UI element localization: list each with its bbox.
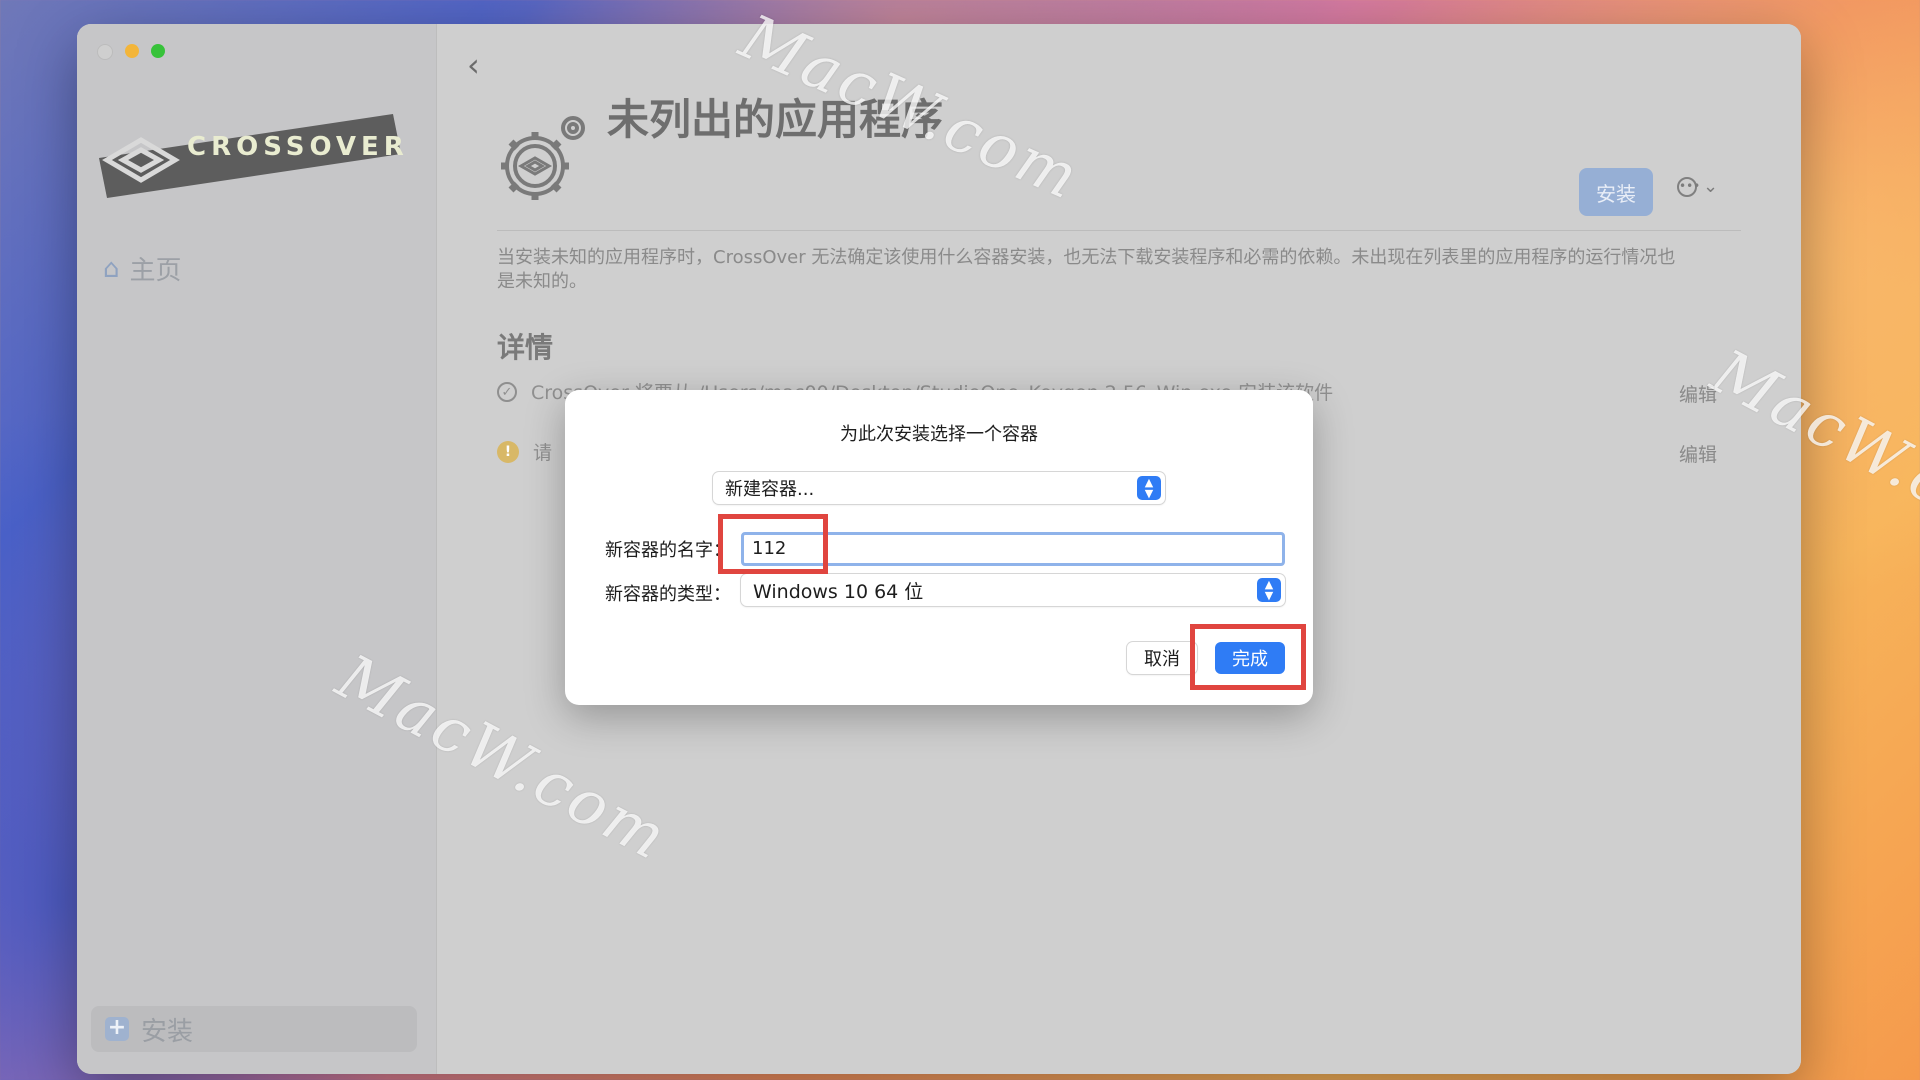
container-type-value: Windows 10 64 位 bbox=[753, 580, 924, 603]
edit-link[interactable]: 编辑 bbox=[1679, 440, 1717, 467]
highlight-box-done bbox=[1190, 624, 1306, 690]
updown-chevron-icon: ▲ ▼ bbox=[1137, 476, 1161, 500]
container-type-select[interactable]: Windows 10 64 位 ▲ ▼ bbox=[741, 574, 1285, 606]
sidebar-item-label: 主页 bbox=[129, 256, 182, 286]
chevron-down-icon: ⌄ bbox=[1703, 176, 1719, 197]
gear-app-icon bbox=[501, 116, 585, 200]
warning-icon: ! bbox=[497, 440, 519, 463]
divider bbox=[497, 230, 1741, 231]
sidebar: CROSSOVER ⌂ 主页 + 安装 bbox=[77, 24, 437, 1074]
description-text: 当安装未知的应用程序时，CrossOver 无法确定该使用什么容器安装，也无法下… bbox=[497, 247, 1676, 292]
back-chevron-icon[interactable]: ‹ bbox=[467, 46, 480, 84]
details-heading: 详情 bbox=[497, 331, 554, 364]
highlight-box-name bbox=[718, 514, 828, 574]
dialog-title: 为此次安装选择一个容器 bbox=[840, 424, 1038, 445]
close-window-button[interactable] bbox=[97, 44, 113, 60]
container-name-label: 新容器的名字： bbox=[605, 540, 731, 561]
more-options-button[interactable]: ••• ⌄ bbox=[1677, 176, 1718, 197]
updown-chevron-icon: ▲ ▼ bbox=[1257, 578, 1281, 602]
home-icon: ⌂ bbox=[103, 253, 120, 284]
minimize-window-button[interactable] bbox=[125, 44, 139, 58]
container-select[interactable]: 新建容器... ▲ ▼ bbox=[713, 472, 1165, 504]
container-select-value: 新建容器... bbox=[725, 479, 815, 500]
sidebar-install-button[interactable]: + 安装 bbox=[91, 1006, 417, 1052]
plus-icon: + bbox=[105, 1017, 129, 1041]
window-controls bbox=[97, 44, 165, 60]
crossover-logo-text: CROSSOVER bbox=[187, 132, 409, 162]
install-button[interactable]: 安装 bbox=[1579, 168, 1653, 216]
cancel-button[interactable]: 取消 bbox=[1127, 642, 1197, 674]
ellipsis-icon: ••• bbox=[1677, 176, 1700, 197]
checkmark-icon: ✓ bbox=[497, 381, 517, 402]
sidebar-install-label: 安装 bbox=[141, 1016, 194, 1047]
sidebar-item-home[interactable]: ⌂ 主页 bbox=[103, 250, 182, 287]
crossover-logo: CROSSOVER bbox=[93, 106, 413, 206]
detail-text: 请 bbox=[533, 442, 553, 464]
detail-row-warning: ! 请 bbox=[497, 438, 552, 465]
maximize-window-button[interactable] bbox=[151, 44, 165, 58]
container-type-label: 新容器的类型： bbox=[605, 584, 731, 605]
